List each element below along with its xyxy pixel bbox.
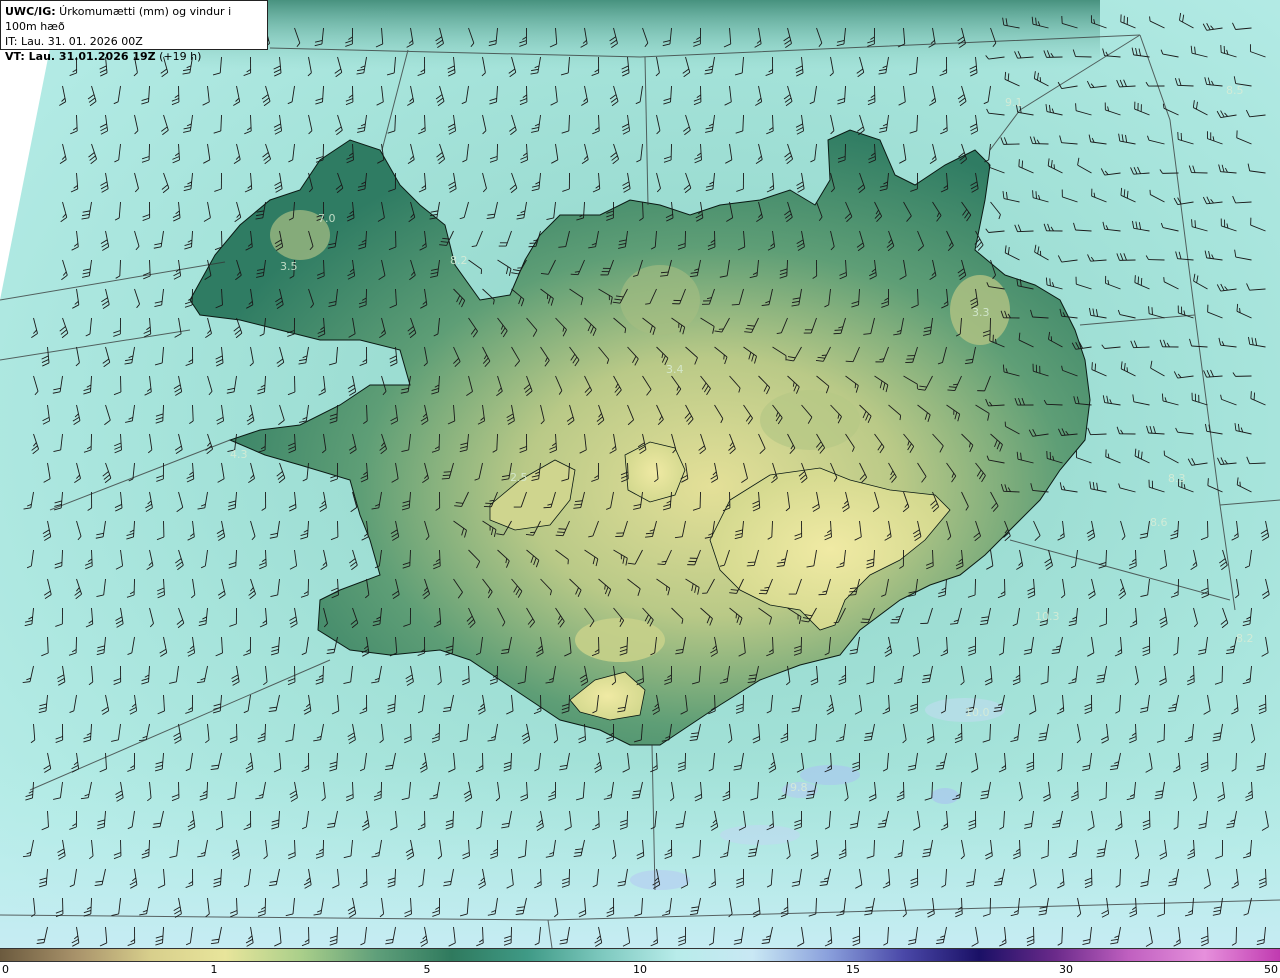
value-label: 10.3 (1035, 610, 1060, 623)
value-label: 4.3 (230, 448, 248, 461)
forecast-lead: (+19 h) (155, 50, 202, 63)
value-label: 8.5 (1226, 84, 1244, 97)
value-label: 8.2 (1236, 632, 1254, 645)
colorbar-tick: 30 (1059, 963, 1073, 976)
product-code: UWC/IG: (5, 5, 56, 18)
value-label: 7.0 (318, 212, 336, 225)
valid-time: VT: Lau. 31.01.2026 19Z (5, 50, 156, 63)
value-label: 3.3 (972, 306, 990, 319)
colorbar-tick: 50 (1264, 963, 1278, 976)
value-label: 3.5 (280, 260, 298, 273)
colorbar-strip (0, 948, 1280, 962)
langjokull-glacier (624, 441, 686, 503)
value-label: 9.1 (1005, 96, 1023, 109)
title-line: UWC/IG: Úrkomumætti (mm) og vindur i 100… (5, 4, 263, 34)
initial-time: IT: Lau. 31. 01. 2026 00Z (5, 35, 143, 48)
colorbar-tick: 0 (2, 963, 9, 976)
value-label: 9.8 (790, 781, 808, 794)
colorbar-tick: 1 (210, 963, 218, 976)
colorbar-legend: 0 1 5 10 15 30 50 (0, 948, 1280, 978)
colorbar-tick: 10 (633, 963, 647, 976)
value-label: 8.3 (1168, 472, 1186, 485)
valid-time-line: VT: Lau. 31.01.2026 19Z (+19 h) (5, 49, 263, 64)
value-label: 8.6 (1150, 516, 1168, 529)
value-label: 3.4 (666, 363, 684, 376)
map-info-box: UWC/IG: Úrkomumætti (mm) og vindur i 100… (0, 0, 268, 63)
colorbar-tick: 15 (846, 963, 860, 976)
map-canvas[interactable]: 7.0 8.2 3.5 4.3 2.5 3.4 3.3 9.1 8.5 8.3 … (0, 0, 1280, 948)
forecast-map[interactable]: 7.0 8.2 3.5 4.3 2.5 3.4 3.3 9.1 8.5 8.3 … (0, 0, 1280, 948)
value-label: 8.2 (450, 254, 468, 267)
value-label: 2.5 (510, 471, 528, 484)
colorbar-tick: 5 (423, 963, 431, 976)
value-label: 10.0 (965, 706, 990, 719)
